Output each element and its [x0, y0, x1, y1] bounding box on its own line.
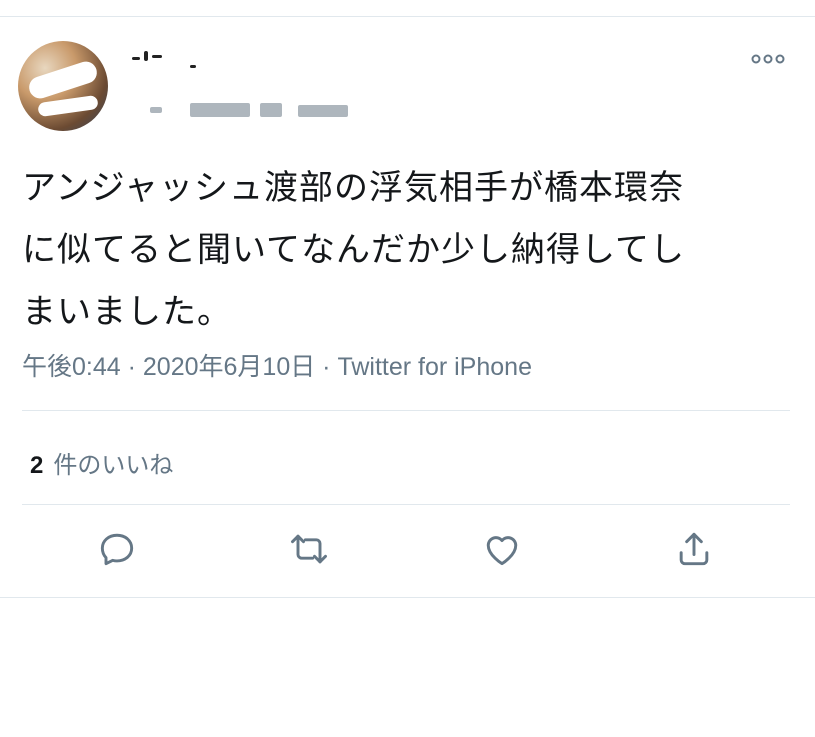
bottom-divider	[0, 597, 815, 598]
likes-row[interactable]: 2 件のいいね	[30, 445, 173, 480]
meta-separator: ·	[120, 353, 143, 381]
like-label: 件のいいね	[53, 452, 174, 479]
handle-redacted[interactable]	[130, 101, 360, 121]
divider	[22, 504, 790, 505]
tweet-card: アンジャッシュ渡部の浮気相手が橋本環奈 に似てると聞いてなんだか少し納得してし …	[0, 17, 815, 597]
like-count: 2	[30, 452, 44, 479]
meta-separator: ·	[315, 353, 338, 381]
tweet-source[interactable]: Twitter for iPhone	[337, 353, 532, 381]
more-icon[interactable]	[751, 49, 785, 71]
like-icon[interactable]	[480, 527, 524, 571]
avatar-redaction	[37, 94, 99, 118]
avatar[interactable]	[18, 41, 108, 131]
reply-icon[interactable]	[95, 527, 139, 571]
tweet-date[interactable]: 2020年6月10日	[143, 353, 315, 381]
action-bar	[0, 527, 815, 577]
tweet-time[interactable]: 午後0:44	[22, 353, 121, 381]
divider	[22, 410, 790, 411]
share-icon[interactable]	[672, 527, 716, 571]
tweet-text: アンジャッシュ渡部の浮気相手が橋本環奈 に似てると聞いてなんだか少し納得してし …	[22, 168, 685, 332]
display-name-redacted[interactable]	[130, 51, 220, 75]
retweet-icon[interactable]	[287, 527, 331, 571]
tweet-metadata: 午後0:44 · 2020年6月10日 · Twitter for iPhone	[22, 347, 532, 383]
